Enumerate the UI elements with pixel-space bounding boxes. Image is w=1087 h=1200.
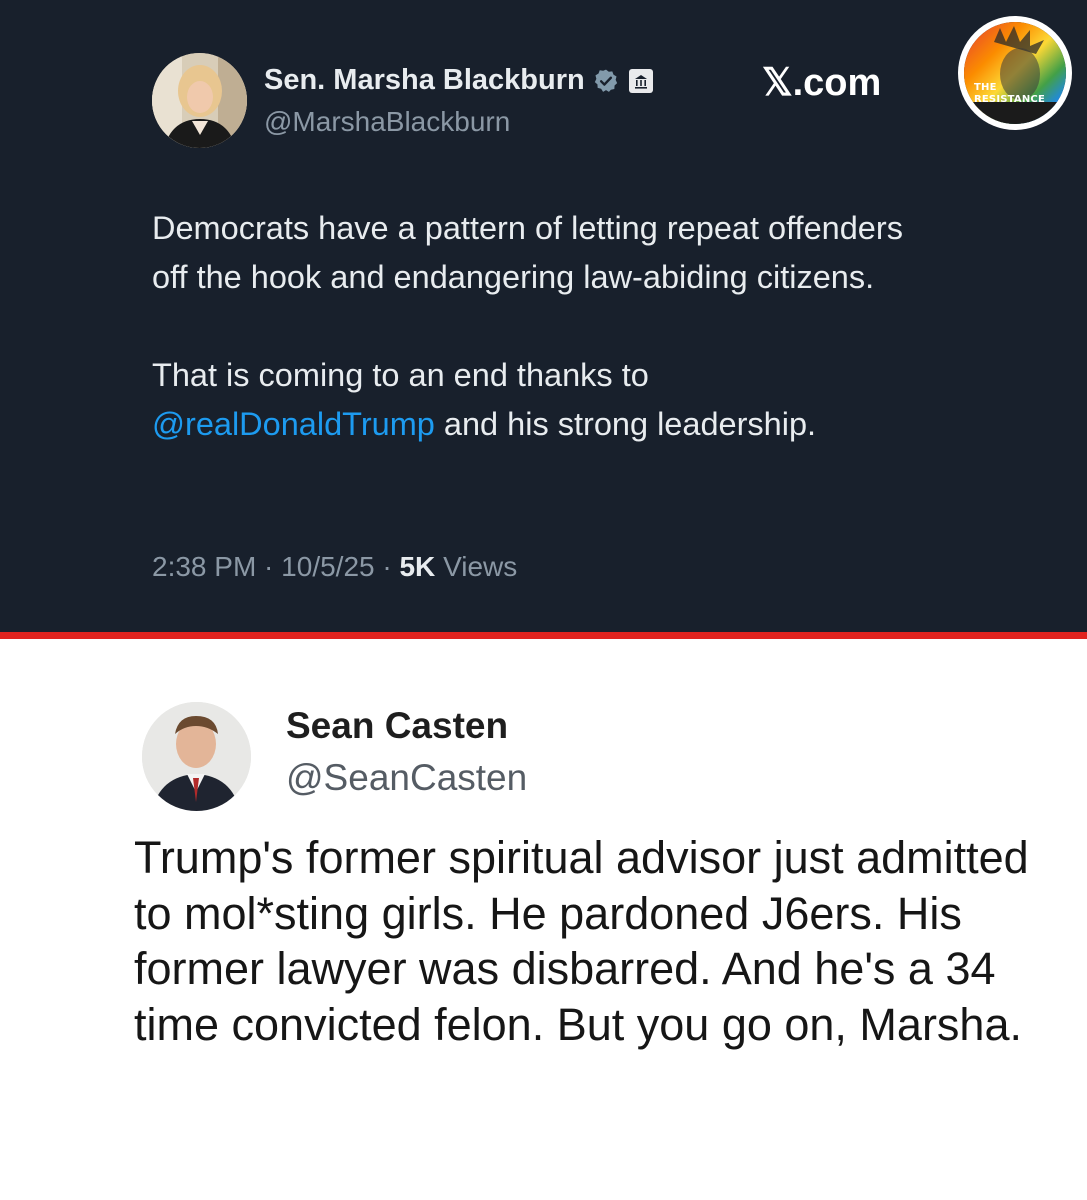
marsha-blackburn-avatar[interactable] bbox=[152, 53, 247, 148]
tweet-paragraph-1: Democrats have a pattern of letting repe… bbox=[152, 210, 903, 295]
tweet-date[interactable]: 10/5/25 bbox=[281, 551, 374, 582]
government-badge-icon bbox=[628, 68, 653, 93]
top-tweet-panel: Sen. Marsha Blackburn @MarshaBlackburn 𝕏… bbox=[0, 0, 1087, 632]
tweet-paragraph-2: That is coming to an end thanks to @real… bbox=[152, 351, 932, 449]
red-divider bbox=[0, 632, 1087, 639]
mention-link[interactable]: @realDonaldTrump bbox=[152, 406, 435, 442]
handle[interactable]: @SeanCasten bbox=[286, 757, 527, 799]
handle[interactable]: @MarshaBlackburn bbox=[264, 106, 510, 138]
tweet-time[interactable]: 2:38 PM bbox=[152, 551, 256, 582]
sean-casten-avatar[interactable] bbox=[142, 702, 251, 811]
tweet-body: Trump's former spiritual advisor just ad… bbox=[134, 832, 1029, 1050]
tweet-paragraph-2-prefix: That is coming to an end thanks to bbox=[152, 357, 649, 393]
tweet-metadata: 2:38 PM · 10/5/25 · 5K Views bbox=[152, 551, 518, 582]
display-name-text[interactable]: Sen. Marsha Blackburn bbox=[264, 64, 585, 97]
badge-text-the: THE bbox=[974, 82, 997, 93]
verified-icon bbox=[593, 68, 619, 94]
views-count: 5K bbox=[399, 551, 436, 582]
display-name[interactable]: Sean Casten bbox=[286, 705, 508, 747]
tweet-paragraph-2-suffix: and his strong leadership. bbox=[434, 406, 817, 442]
resistance-logo: THE RESISTANCE bbox=[958, 16, 1072, 130]
tweet-body: Democrats have a pattern of letting repe… bbox=[152, 204, 932, 449]
display-name[interactable]: Sen. Marsha Blackburn bbox=[264, 64, 653, 97]
site-label: 𝕏.com bbox=[762, 62, 882, 104]
views-label: Views bbox=[443, 551, 518, 582]
badge-text-resistance: RESISTANCE bbox=[974, 94, 1045, 105]
